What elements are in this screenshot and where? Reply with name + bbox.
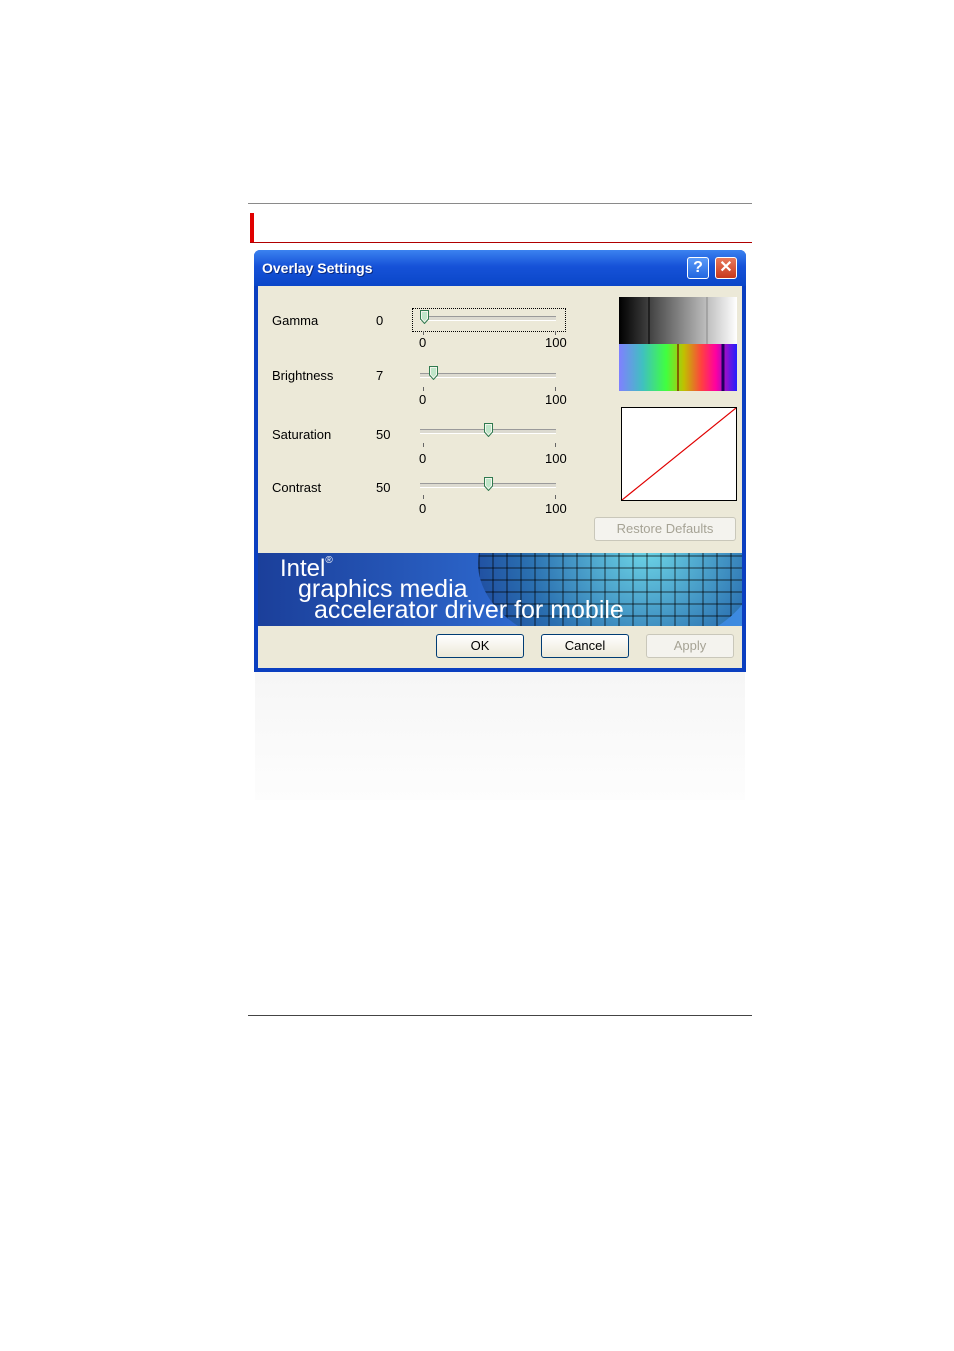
contrast-min-label: 0 — [419, 501, 427, 516]
contrast-slider-thumb[interactable] — [483, 477, 493, 492]
help-button[interactable]: ? — [687, 257, 709, 279]
grayscale-ramp — [619, 297, 737, 344]
section-underline — [250, 242, 752, 243]
page-shadow-area — [255, 672, 745, 800]
contrast-label: Contrast — [272, 480, 322, 495]
color-preview-image — [619, 297, 737, 391]
saturation-tick-min — [423, 443, 424, 447]
brightness-slider-thumb[interactable] — [428, 366, 438, 381]
close-button[interactable]: ✕ — [715, 257, 737, 279]
gamma-curve-line — [621, 407, 737, 501]
intel-gma-banner: Intel® graphics media accelerator driver… — [258, 553, 742, 626]
brightness-tick-max — [555, 387, 556, 391]
top-divider — [248, 203, 752, 204]
overlay-settings-dialog: Overlay Settings ? ✕ Gamma 0 0 100 Brigh… — [254, 250, 746, 672]
saturation-slider-thumb[interactable] — [483, 423, 493, 438]
gamma-value: 0 — [376, 313, 384, 328]
bottom-divider — [248, 1015, 752, 1016]
ok-button[interactable]: OK — [436, 634, 524, 658]
close-icon: ✕ — [719, 259, 733, 276]
brightness-value: 7 — [376, 368, 384, 383]
brightness-slider-track[interactable] — [420, 373, 556, 378]
brightness-min-label: 0 — [419, 392, 427, 407]
gamma-slider-thumb[interactable] — [420, 310, 429, 325]
banner-line-3: accelerator driver for mobile — [314, 596, 624, 624]
contrast-tick-max — [555, 495, 556, 499]
contrast-value: 50 — [376, 480, 391, 495]
gamma-curve-graph — [621, 407, 737, 501]
apply-button[interactable]: Apply — [646, 634, 734, 658]
section-marker — [250, 213, 254, 243]
saturation-max-label: 100 — [545, 451, 567, 466]
gamma-min-label: 0 — [419, 335, 427, 350]
cancel-button[interactable]: Cancel — [541, 634, 629, 658]
brightness-tick-min — [423, 387, 424, 391]
dialog-button-bar: OK Cancel Apply — [258, 626, 742, 668]
dialog-client-area: Gamma 0 0 100 Brightness 7 0 100 Saturat… — [258, 286, 742, 668]
gamma-curve-plot — [621, 407, 737, 501]
dialog-title: Overlay Settings — [262, 260, 373, 276]
saturation-label: Saturation — [272, 427, 332, 442]
brightness-max-label: 100 — [545, 392, 567, 407]
saturation-min-label: 0 — [419, 451, 427, 466]
gamma-slider-track[interactable] — [420, 316, 556, 321]
contrast-max-label: 100 — [545, 501, 567, 516]
saturation-tick-max — [555, 443, 556, 447]
gamma-label: Gamma — [272, 313, 319, 328]
help-icon: ? — [693, 259, 703, 276]
gamma-max-label: 100 — [545, 335, 567, 350]
contrast-tick-min — [423, 495, 424, 499]
restore-defaults-button[interactable]: Restore Defaults — [594, 517, 736, 541]
title-bar[interactable]: Overlay Settings ? ✕ — [254, 250, 746, 286]
brightness-label: Brightness — [272, 368, 334, 383]
saturation-value: 50 — [376, 427, 391, 442]
